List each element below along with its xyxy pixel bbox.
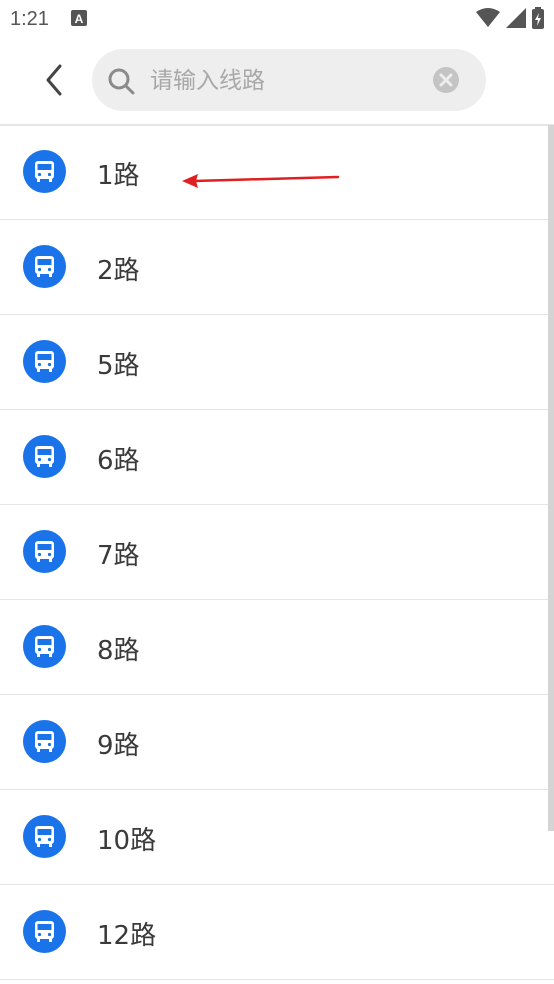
route-label: 6路 [97, 446, 140, 476]
route-label: 1路 [97, 161, 140, 191]
signal-icon [506, 8, 526, 28]
route-item-8[interactable]: 8路 [0, 600, 554, 695]
route-item-12[interactable]: 12路 [0, 885, 554, 980]
notification-icon: A [71, 10, 87, 26]
svg-text:A: A [75, 12, 84, 26]
bus-icon [23, 435, 66, 478]
wifi-icon [476, 8, 500, 27]
route-label: 9路 [97, 731, 140, 761]
search-input[interactable] [148, 57, 432, 105]
bus-icon [23, 245, 66, 288]
route-label: 8路 [97, 636, 140, 666]
search-box[interactable] [92, 49, 486, 111]
bus-icon [23, 150, 66, 193]
bus-icon [23, 720, 66, 763]
route-list: 1路 2路 5路 6路 7路 8路 9路 10路 12路 [0, 125, 554, 984]
clear-icon[interactable] [432, 66, 460, 94]
bus-icon [23, 910, 66, 953]
search-icon [108, 68, 135, 95]
route-item-6[interactable]: 6路 [0, 410, 554, 505]
route-item-9[interactable]: 9路 [0, 695, 554, 790]
header [0, 38, 554, 126]
status-icons [476, 7, 544, 29]
bus-icon [23, 815, 66, 858]
route-item-5[interactable]: 5路 [0, 315, 554, 410]
bus-icon [23, 625, 66, 668]
scrollbar[interactable] [548, 125, 554, 831]
route-label: 12路 [97, 921, 157, 951]
route-item-10[interactable]: 10路 [0, 790, 554, 885]
route-label: 10路 [97, 826, 157, 856]
bus-icon [23, 340, 66, 383]
route-item-7[interactable]: 7路 [0, 505, 554, 600]
annotation-arrow-icon [182, 174, 340, 188]
chevron-left-icon [46, 64, 62, 96]
status-time: 1:21 [10, 8, 49, 30]
route-label: 5路 [97, 351, 140, 381]
route-item-2[interactable]: 2路 [0, 220, 554, 315]
route-label: 7路 [97, 541, 140, 571]
route-label: 2路 [97, 256, 140, 286]
bus-icon [23, 530, 66, 573]
battery-icon [532, 7, 544, 29]
status-bar: 1:21 A [0, 0, 554, 38]
back-button[interactable] [36, 60, 72, 100]
